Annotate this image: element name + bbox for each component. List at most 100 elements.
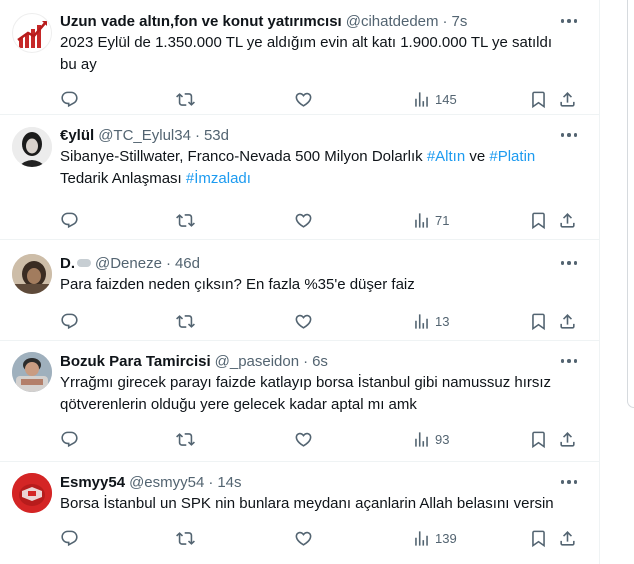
reply-button[interactable] bbox=[60, 209, 79, 231]
share-button[interactable] bbox=[558, 527, 577, 549]
like-button[interactable] bbox=[294, 88, 313, 110]
avatar[interactable] bbox=[12, 473, 52, 513]
like-button[interactable] bbox=[294, 428, 313, 450]
tweet-header: Esmyy54 @esmyy54 · 14s bbox=[60, 471, 583, 493]
tweet[interactable]: Esmyy54 @esmyy54 · 14s Borsa İstanbul un… bbox=[0, 462, 599, 564]
display-name[interactable]: Bozuk Para Tamircisi bbox=[60, 353, 211, 370]
timestamp[interactable]: 7s bbox=[452, 13, 468, 30]
bookmark-icon bbox=[529, 211, 548, 230]
views-icon bbox=[412, 430, 431, 449]
more-icon[interactable] bbox=[559, 354, 579, 368]
share-button[interactable] bbox=[558, 428, 577, 450]
views-count: 71 bbox=[435, 212, 450, 228]
username[interactable]: @cihatdedem bbox=[346, 13, 439, 30]
hashtag-link[interactable]: #Platin bbox=[489, 148, 535, 165]
retweet-button[interactable] bbox=[176, 209, 195, 231]
views-button[interactable]: 139 bbox=[412, 527, 457, 549]
share-icon bbox=[558, 529, 577, 548]
reply-button[interactable] bbox=[60, 310, 79, 332]
more-icon[interactable] bbox=[559, 256, 579, 270]
like-icon bbox=[294, 529, 313, 548]
tweet-text-line: Sibanye-Stillwater, Franco-Nevada 500 Mi… bbox=[60, 146, 583, 168]
avatar[interactable] bbox=[12, 352, 52, 392]
like-button[interactable] bbox=[294, 310, 313, 332]
display-name[interactable]: D. bbox=[60, 255, 75, 272]
timestamp[interactable]: 53d bbox=[204, 127, 229, 144]
separator-dot: · bbox=[303, 352, 309, 370]
views-button[interactable]: 145 bbox=[412, 88, 457, 110]
tweet-actions: 71 bbox=[60, 209, 583, 231]
username[interactable]: @TC_Eylul34 bbox=[98, 127, 191, 144]
username[interactable]: @esmyy54 bbox=[129, 474, 204, 491]
like-button[interactable] bbox=[294, 527, 313, 549]
share-icon bbox=[558, 211, 577, 230]
retweet-button[interactable] bbox=[176, 310, 195, 332]
side-panel-edge bbox=[627, 0, 634, 408]
timestamp[interactable]: 6s bbox=[312, 353, 328, 370]
username[interactable]: @Deneze bbox=[95, 255, 162, 272]
retweet-icon bbox=[176, 312, 195, 331]
tweet-text-line: qötverenlerin olduğu yere gelecek kadar … bbox=[60, 396, 417, 413]
retweet-button[interactable] bbox=[176, 88, 195, 110]
hashtag-link[interactable]: #İmzaladı bbox=[186, 170, 251, 187]
tweet[interactable]: Bozuk Para Tamircisi @_paseidon · 6s Yrr… bbox=[0, 341, 599, 462]
like-button[interactable] bbox=[294, 209, 313, 231]
tweet-header: Bozuk Para Tamircisi @_paseidon · 6s bbox=[60, 350, 583, 372]
bookmark-button[interactable] bbox=[529, 88, 548, 110]
bookmark-button[interactable] bbox=[529, 527, 548, 549]
tweet-text: Para faizden neden çıksın? En fazla %35'… bbox=[60, 274, 583, 296]
retweet-button[interactable] bbox=[176, 527, 195, 549]
hashtag-link[interactable]: #Altın bbox=[427, 148, 465, 165]
retweet-icon bbox=[176, 211, 195, 230]
tweet[interactable]: Uzun vade altın,fon ve konut yatırımcısı… bbox=[0, 0, 599, 115]
more-icon[interactable] bbox=[559, 14, 579, 28]
tweet-text: Sibanye-Stillwater, Franco-Nevada 500 Mi… bbox=[60, 146, 583, 190]
avatar[interactable] bbox=[12, 13, 52, 53]
timestamp[interactable]: 14s bbox=[217, 474, 241, 491]
more-icon[interactable] bbox=[559, 475, 579, 489]
tweet-actions: 93 bbox=[60, 428, 583, 450]
bookmark-button[interactable] bbox=[529, 209, 548, 231]
more-icon[interactable] bbox=[559, 128, 579, 142]
avatar[interactable] bbox=[12, 127, 52, 167]
views-icon bbox=[412, 529, 431, 548]
share-button[interactable] bbox=[558, 209, 577, 231]
avatar[interactable] bbox=[12, 254, 52, 294]
reply-button[interactable] bbox=[60, 527, 79, 549]
tweet[interactable]: D. @Deneze · 46d Para faizden neden çıks… bbox=[0, 240, 599, 341]
views-button[interactable]: 71 bbox=[412, 209, 449, 231]
share-button[interactable] bbox=[558, 88, 577, 110]
share-button[interactable] bbox=[558, 310, 577, 332]
bookmark-button[interactable] bbox=[529, 428, 548, 450]
text-segment: Tedarik Anlaşması bbox=[60, 170, 186, 187]
reply-icon bbox=[60, 211, 79, 230]
separator-dot: · bbox=[208, 473, 214, 491]
tweet-text-line: Yrrağmı girecek parayı faizde katlayıp b… bbox=[60, 374, 552, 391]
display-name[interactable]: €ylül bbox=[60, 127, 94, 144]
tweet-actions: 145 bbox=[60, 88, 583, 110]
reply-icon bbox=[60, 430, 79, 449]
views-button[interactable]: 13 bbox=[412, 310, 449, 332]
text-segment: ve bbox=[465, 148, 490, 165]
display-name[interactable]: Uzun vade altın,fon ve konut yatırımcısı bbox=[60, 13, 342, 30]
like-icon bbox=[294, 312, 313, 331]
reply-button[interactable] bbox=[60, 428, 79, 450]
tweet-actions: 13 bbox=[60, 310, 583, 332]
share-icon bbox=[558, 90, 577, 109]
tweet-text-line: 2023 Eylül de 1.350.000 TL ye aldığım ev… bbox=[60, 34, 552, 51]
bookmark-icon bbox=[529, 90, 548, 109]
tweet-header: €ylül @TC_Eylul34 · 53d bbox=[60, 124, 583, 146]
timestamp[interactable]: 46d bbox=[175, 255, 200, 272]
bookmark-icon bbox=[529, 312, 548, 331]
retweet-button[interactable] bbox=[176, 428, 195, 450]
retweet-icon bbox=[176, 90, 195, 109]
views-button[interactable]: 93 bbox=[412, 428, 449, 450]
tweet[interactable]: €ylül @TC_Eylul34 · 53d Sibanye-Stillwat… bbox=[0, 115, 599, 240]
bookmark-button[interactable] bbox=[529, 310, 548, 332]
separator-dot: · bbox=[442, 12, 448, 30]
display-name[interactable]: Esmyy54 bbox=[60, 474, 125, 491]
reply-button[interactable] bbox=[60, 88, 79, 110]
tweet-header: Uzun vade altın,fon ve konut yatırımcısı… bbox=[60, 10, 583, 32]
username[interactable]: @_paseidon bbox=[215, 353, 299, 370]
timeline: Uzun vade altın,fon ve konut yatırımcısı… bbox=[0, 0, 600, 564]
